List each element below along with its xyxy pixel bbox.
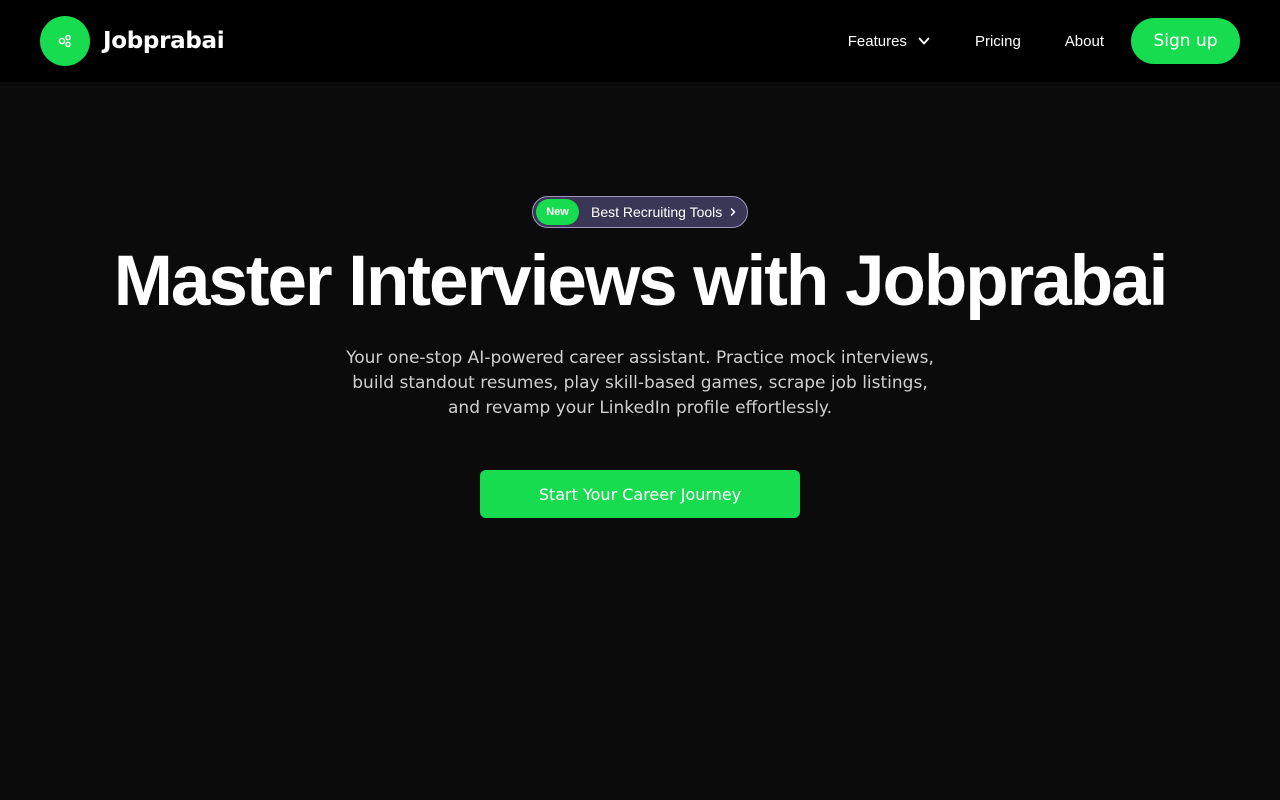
hero-title: Master Interviews with Jobprabai bbox=[113, 242, 1169, 321]
nav-menu: Features Pricing About Sign up bbox=[848, 18, 1240, 64]
start-career-journey-button[interactable]: Start Your Career Journey bbox=[480, 470, 800, 518]
brand-link[interactable]: Jobprabai bbox=[40, 16, 225, 66]
chevron-right-icon bbox=[729, 207, 737, 217]
new-badge: New bbox=[536, 199, 579, 225]
molecule-icon bbox=[40, 16, 90, 66]
hero-subtitle: Your one-stop AI-powered career assistan… bbox=[346, 348, 934, 418]
announcement-pill[interactable]: New Best Recruiting Tools bbox=[532, 196, 748, 228]
nav-pricing-link[interactable]: Pricing bbox=[975, 33, 1021, 50]
nav-features-label: Features bbox=[847, 32, 907, 50]
hero-section: New Best Recruiting Tools Master Intervi… bbox=[0, 82, 1280, 800]
announcement-text: Best Recruiting Tools bbox=[591, 204, 723, 220]
nav-features-dropdown[interactable]: Features bbox=[848, 33, 931, 50]
top-navbar: Jobprabai Features Pricing About Sign up bbox=[0, 0, 1280, 82]
nav-about-link[interactable]: About bbox=[1065, 33, 1104, 50]
chevron-down-icon bbox=[917, 34, 931, 48]
brand-name: Jobprabai bbox=[103, 28, 225, 54]
signup-button[interactable]: Sign up bbox=[1131, 18, 1240, 64]
